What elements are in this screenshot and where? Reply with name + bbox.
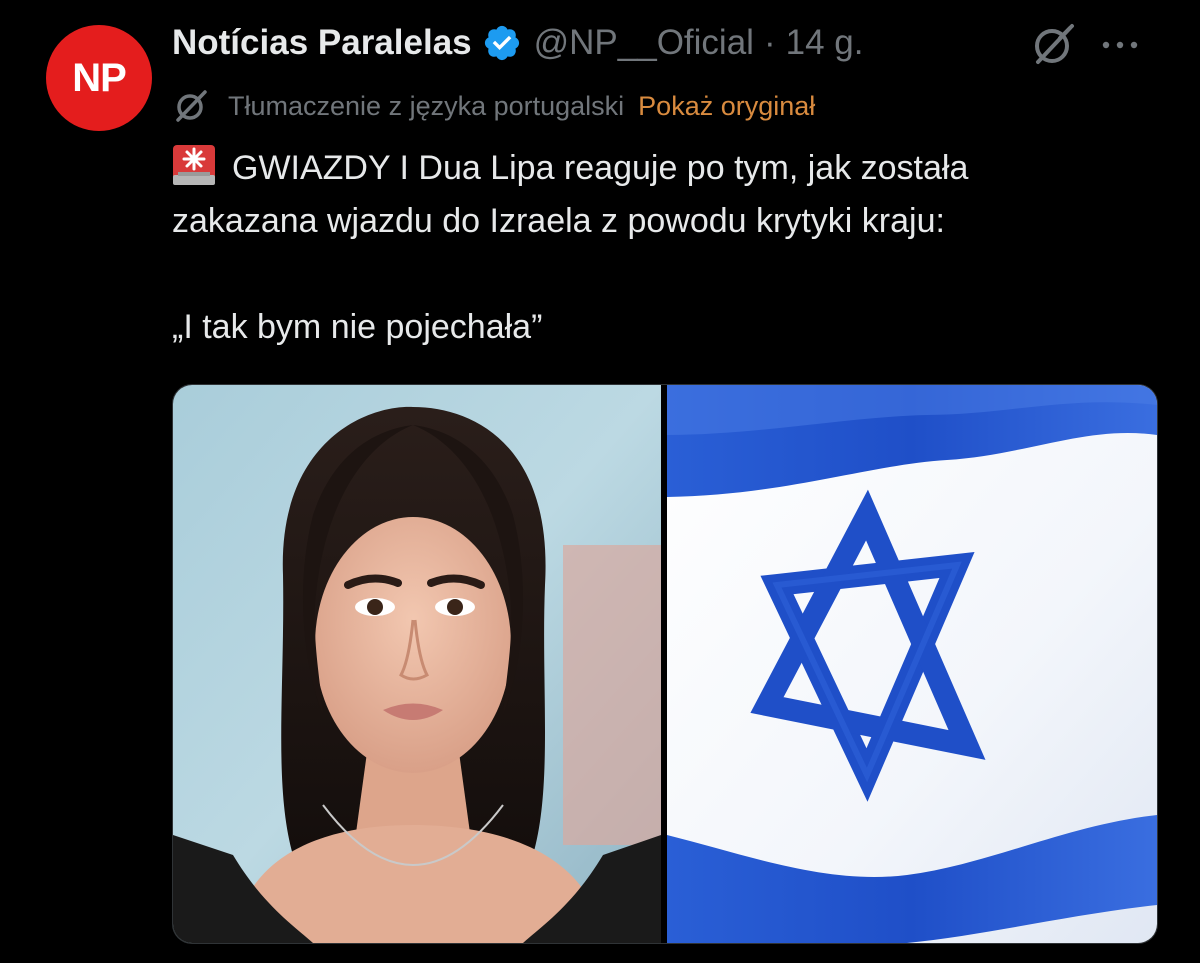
more-options-icon[interactable] xyxy=(1100,30,1140,60)
display-name[interactable]: Notícias Paralelas xyxy=(172,23,472,63)
post-text: GWIAZDY I Dua Lipa reaguje po tym, jak z… xyxy=(172,142,1162,354)
verified-badge-icon[interactable] xyxy=(482,23,522,63)
media-grid xyxy=(172,384,1158,944)
post-text-line-2: zakazana wjazdu do Izraela z powodu kryt… xyxy=(172,202,945,240)
show-original-link[interactable]: Pokaż oryginał xyxy=(638,91,815,122)
post-text-line-3: „I tak bym nie pojechała” xyxy=(172,308,543,346)
translation-notice: Tłumaczenie z języka portugalski Pokaż o… xyxy=(172,86,815,126)
avatar-logo-text: NP xyxy=(72,55,127,100)
portrait-photo-image xyxy=(173,385,661,943)
media-photo-portrait[interactable] xyxy=(173,385,661,943)
post-text-line-1: GWIAZDY I Dua Lipa reaguje po tym, jak z… xyxy=(172,142,1162,195)
israel-flag-image xyxy=(667,385,1157,943)
post-timestamp[interactable]: 14 g. xyxy=(786,23,864,63)
post-text-line-1-text: GWIAZDY I Dua Lipa reaguje po tym, jak z… xyxy=(232,149,969,187)
separator-dot: · xyxy=(763,23,776,62)
post-header: Notícias Paralelas @NP__Oficial · 14 g. xyxy=(172,18,863,68)
siren-emoji-icon xyxy=(172,144,216,186)
translate-icon xyxy=(172,87,210,125)
user-handle[interactable]: @NP__Oficial xyxy=(534,23,754,63)
translation-label: Tłumaczenie z języka portugalski xyxy=(228,90,625,121)
avatar[interactable]: NP xyxy=(46,25,152,131)
grok-icon[interactable] xyxy=(1030,22,1076,68)
media-photo-flag[interactable] xyxy=(667,385,1157,943)
